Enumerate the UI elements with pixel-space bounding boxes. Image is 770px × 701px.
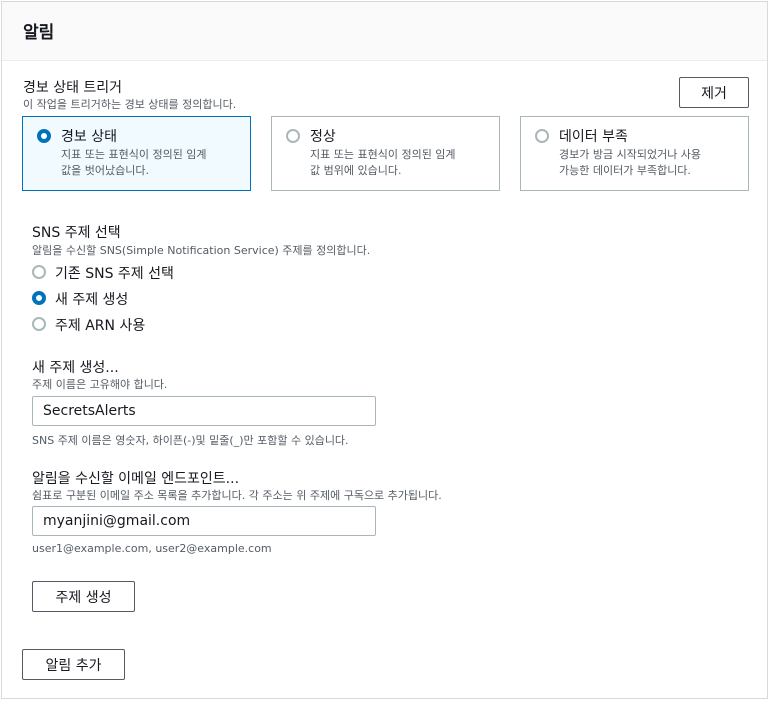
- tile-desc-line: 가능한 데이터가 부족합니다.: [559, 164, 691, 177]
- new-topic-description: 주제 이름은 고유해야 합니다.: [32, 378, 168, 391]
- option-label: 새 주제 생성: [55, 292, 129, 308]
- sns-description: 알림을 수신할 SNS(Simple Notification Service)…: [32, 244, 371, 257]
- create-topic-button[interactable]: 주제 생성: [32, 581, 135, 612]
- panel-header: 알림: [2, 2, 767, 61]
- sns-title: SNS 주제 선택: [32, 225, 121, 241]
- radio-unchecked-icon: [535, 129, 549, 143]
- tile-label: 정상: [310, 129, 336, 145]
- tile-desc-line: 값 범위에 있습니다.: [310, 164, 402, 177]
- radio-checked-icon: [32, 291, 46, 305]
- tile-desc-line: 경보가 방금 시작되었거나 사용: [559, 148, 702, 161]
- radio-unchecked-icon: [286, 129, 300, 143]
- tile-desc-line: 지표 또는 표현식이 정의된 임계: [310, 148, 456, 161]
- email-endpoints-input[interactable]: myanjini@gmail.com: [32, 506, 376, 536]
- tile-label: 데이터 부족: [559, 129, 628, 145]
- tile-description: 경보가 방금 시작되었거나 사용 가능한 데이터가 부족합니다.: [559, 147, 739, 179]
- tile-description: 지표 또는 표현식이 정의된 임계 값 범위에 있습니다.: [310, 147, 490, 179]
- panel-title: 알림: [23, 23, 55, 43]
- remove-button[interactable]: 제거: [679, 77, 749, 108]
- add-notification-button[interactable]: 알림 추가: [22, 649, 125, 680]
- tile-desc-line: 지표 또는 표현식이 정의된 임계: [61, 148, 207, 161]
- radio-unchecked-icon: [32, 265, 46, 279]
- option-label: 기존 SNS 주제 선택: [55, 266, 174, 282]
- tile-label: 경보 상태: [61, 129, 117, 145]
- trigger-title: 경보 상태 트리거: [23, 80, 123, 96]
- email-hint: user1@example.com, user2@example.com: [32, 542, 272, 555]
- topic-name-hint: SNS 주제 이름은 영숫자, 하이픈(-)및 밑줄(_)만 포함할 수 있습니…: [32, 434, 349, 447]
- radio-checked-icon: [37, 129, 51, 143]
- tile-desc-line: 값을 벗어났습니다.: [61, 164, 149, 177]
- radio-unchecked-icon: [32, 317, 46, 331]
- topic-name-input[interactable]: SecretsAlerts: [32, 396, 376, 426]
- tile-ok[interactable]: 정상 지표 또는 표현식이 정의된 임계 값 범위에 있습니다.: [271, 116, 500, 191]
- email-description: 쉼표로 구분된 이메일 주소 목록을 추가합니다. 각 주소는 위 주제에 구독…: [32, 489, 442, 502]
- tile-alarm-state[interactable]: 경보 상태 지표 또는 표현식이 정의된 임계 값을 벗어났습니다.: [22, 116, 251, 191]
- tile-insufficient-data[interactable]: 데이터 부족 경보가 방금 시작되었거나 사용 가능한 데이터가 부족합니다.: [520, 116, 749, 191]
- email-title: 알림을 수신할 이메일 엔드포인트...: [32, 471, 240, 487]
- tile-description: 지표 또는 표현식이 정의된 임계 값을 벗어났습니다.: [61, 147, 241, 179]
- trigger-description: 이 작업을 트리거하는 경보 상태를 정의합니다.: [23, 98, 237, 111]
- option-label: 주제 ARN 사용: [55, 318, 146, 334]
- new-topic-title: 새 주제 생성...: [32, 360, 119, 376]
